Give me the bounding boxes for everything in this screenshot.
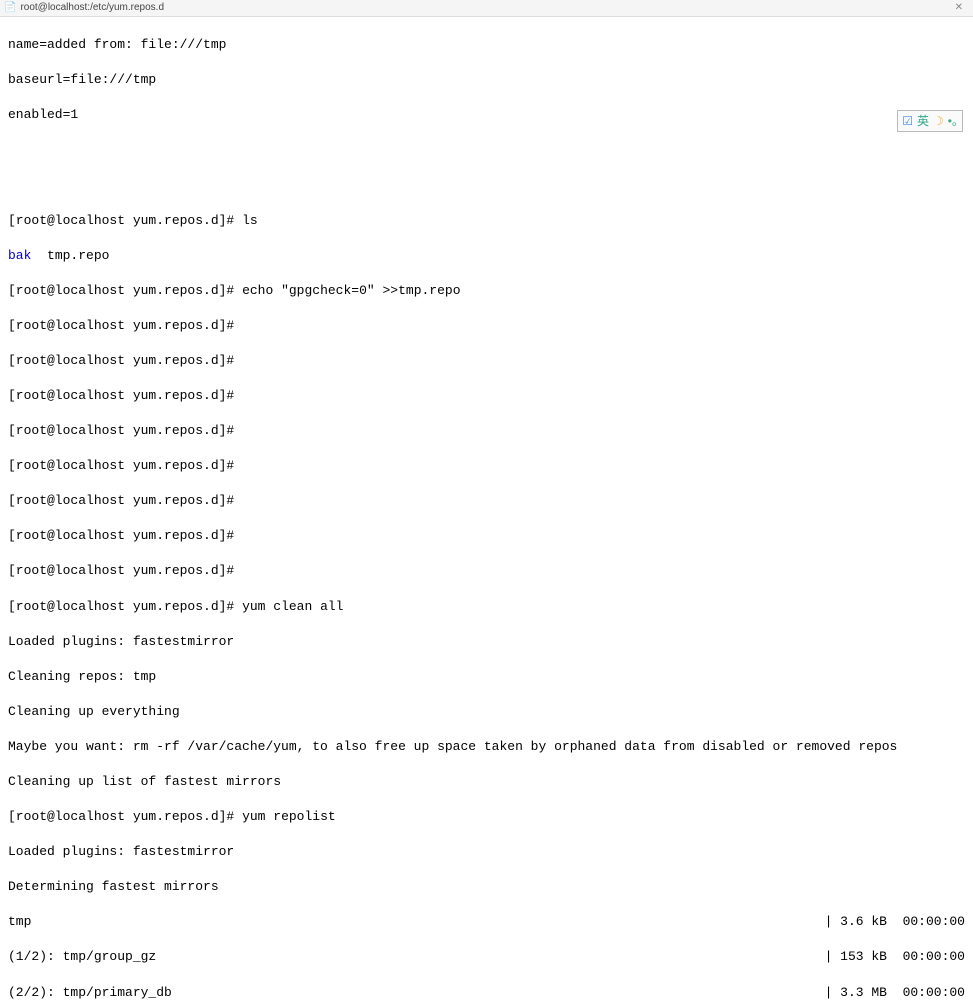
prompt-line: [root@localhost yum.repos.d]# [8, 352, 965, 370]
ime-shield-icon[interactable]: ☑ [902, 113, 913, 129]
prompt-line: [root@localhost yum.repos.d]# [8, 527, 965, 545]
prompt-line: [root@localhost yum.repos.d]# ls [8, 212, 965, 230]
output-line: Maybe you want: rm -rf /var/cache/yum, t… [8, 738, 965, 756]
prompt-line: [root@localhost yum.repos.d]# [8, 317, 965, 335]
prompt-line: [root@localhost yum.repos.d]# [8, 422, 965, 440]
output-line: Cleaning up list of fastest mirrors [8, 773, 965, 791]
config-line: baseurl=file:///tmp [8, 71, 965, 89]
output-line: Cleaning up everything [8, 703, 965, 721]
output-line: Determining fastest mirrors [8, 878, 965, 896]
config-line: enabled=1 [8, 106, 965, 124]
blank-line [8, 141, 965, 159]
blank-line [8, 176, 965, 194]
ime-toolbar[interactable]: ☑ 英 ☽ •｡ [897, 110, 963, 132]
window-icon: 📄 [4, 1, 16, 15]
output-line: Cleaning repos: tmp [8, 668, 965, 686]
prompt-line: [root@localhost yum.repos.d]# yum clean … [8, 598, 965, 616]
terminal-output[interactable]: name=added from: file:///tmp baseurl=fil… [0, 17, 973, 1000]
prompt-line: [root@localhost yum.repos.d]# [8, 457, 965, 475]
window-title: root@localhost:/etc/yum.repos.d [20, 1, 164, 15]
prompt-line: [root@localhost yum.repos.d]# yum repoli… [8, 808, 965, 826]
ls-output-line: bak tmp.repo [8, 247, 965, 265]
prompt-line: [root@localhost yum.repos.d]# [8, 387, 965, 405]
ime-misc-icon[interactable]: •｡ [948, 113, 958, 129]
download-row: (2/2): tmp/primary_db| 3.3 MB 00:00:00 [8, 984, 965, 1000]
ime-language-indicator[interactable]: 英 [917, 113, 929, 129]
config-line: name=added from: file:///tmp [8, 36, 965, 54]
prompt-line: [root@localhost yum.repos.d]# [8, 492, 965, 510]
directory-name: bak [8, 248, 31, 263]
download-row: (1/2): tmp/group_gz| 153 kB 00:00:00 [8, 948, 965, 966]
download-row: tmp| 3.6 kB 00:00:00 [8, 913, 965, 931]
output-line: Loaded plugins: fastestmirror [8, 843, 965, 861]
output-line: Loaded plugins: fastestmirror [8, 633, 965, 651]
ime-moon-icon[interactable]: ☽ [933, 113, 944, 129]
close-icon[interactable]: ✕ [955, 1, 963, 15]
prompt-line: [root@localhost yum.repos.d]# [8, 562, 965, 580]
window-titlebar: 📄 root@localhost:/etc/yum.repos.d [0, 0, 973, 17]
prompt-line: [root@localhost yum.repos.d]# echo "gpgc… [8, 282, 965, 300]
